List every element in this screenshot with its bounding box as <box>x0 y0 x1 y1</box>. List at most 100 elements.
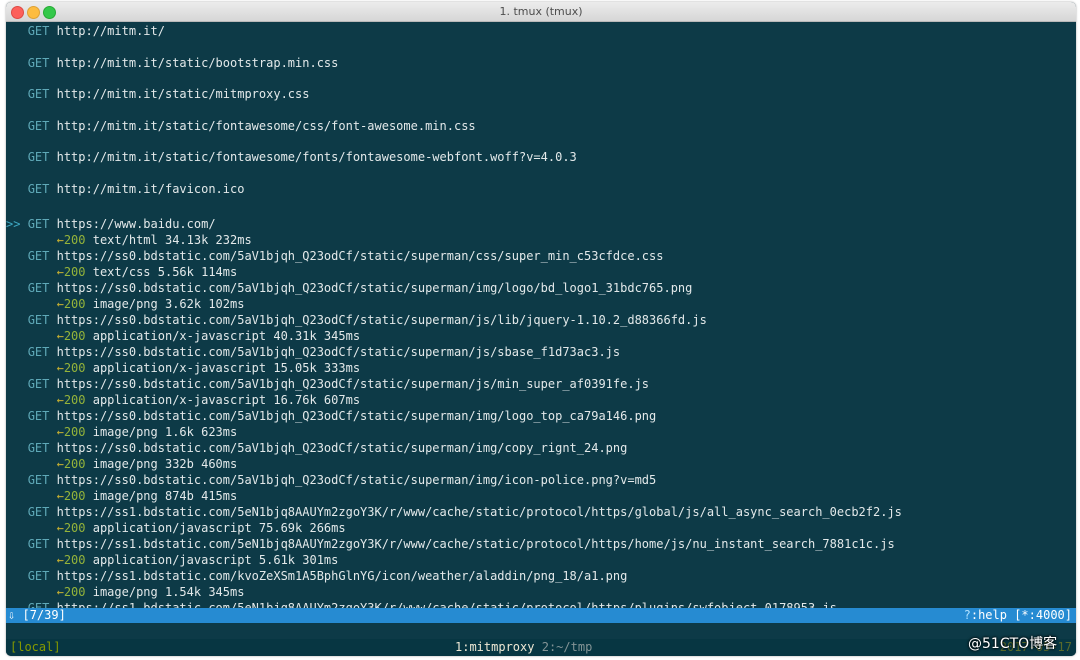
flow-request-row[interactable]: GET https://ss1.bdstatic.com/5eN1bjq8AAU… <box>6 504 902 520</box>
request-method: GET <box>27 345 50 359</box>
response-info: text/html 34.13k 232ms <box>92 233 252 247</box>
help-key: ? <box>963 608 971 622</box>
response-info: application/javascript 5.61k 301ms <box>92 553 339 567</box>
response-arrow-icon: ← <box>56 361 64 375</box>
request-url: https://ss1.bdstatic.com/5eN1bjq8AAUYm2z… <box>56 505 902 519</box>
flow-request-row[interactable]: GET http://mitm.it/static/bootstrap.min.… <box>6 55 339 71</box>
request-url: https://ss0.bdstatic.com/5aV1bjqh_Q23odC… <box>56 377 650 391</box>
request-url: http://mitm.it/static/mitmproxy.css <box>56 87 310 102</box>
response-status-code: 200 <box>63 265 86 279</box>
response-arrow-icon: ← <box>56 553 64 567</box>
response-arrow-icon: ← <box>56 233 64 247</box>
flow-request-row[interactable]: GET https://ss0.bdstatic.com/5aV1bjqh_Q2… <box>6 440 628 456</box>
flow-request-row[interactable]: >> GET https://www.baidu.com/ <box>6 216 216 232</box>
request-url: https://ss1.bdstatic.com/kvoZeXSm1A5BphG… <box>56 569 628 583</box>
proxy-info: [*:4000] <box>1014 608 1072 622</box>
flow-request-row[interactable]: GET http://mitm.it/ <box>6 23 165 39</box>
response-status-code: 200 <box>63 457 86 471</box>
flow-request-row[interactable]: GET https://ss0.bdstatic.com/5aV1bjqh_Q2… <box>6 248 664 264</box>
flow-request-row[interactable]: GET https://ss0.bdstatic.com/5aV1bjqh_Q2… <box>6 280 693 296</box>
request-method: GET <box>27 313 50 327</box>
flow-response-row: ←200 application/x-javascript 15.05k 333… <box>6 360 360 376</box>
response-info: image/png 874b 415ms <box>92 489 238 503</box>
flow-response-row: ←200 application/javascript 75.69k 266ms <box>6 520 346 536</box>
follow-arrow-icon: ⇩ <box>8 608 16 622</box>
response-info: application/x-javascript 40.31k 345ms <box>92 329 361 343</box>
flow-request-row[interactable]: GET http://mitm.it/favicon.ico <box>6 181 245 197</box>
request-url: http://mitm.it/favicon.ico <box>56 182 245 196</box>
request-url: https://ss0.bdstatic.com/5aV1bjqh_Q23odC… <box>56 441 628 455</box>
flow-list[interactable]: GET http://mitm.it/ GET http://mitm.it/s… <box>6 22 1076 610</box>
flow-response-row: ←200 application/x-javascript 16.76k 607… <box>6 392 360 408</box>
flow-response-row: ←200 image/png 1.6k 623ms <box>6 424 238 440</box>
request-url: https://ss1.bdstatic.com/5eN1bjq8AAUYm2z… <box>56 537 895 551</box>
response-status-code: 200 <box>63 521 86 535</box>
response-status-code: 200 <box>63 425 86 439</box>
response-status-code: 200 <box>63 329 86 343</box>
flow-request-row[interactable]: GET https://ss1.bdstatic.com/kvoZeXSm1A5… <box>6 568 628 584</box>
response-arrow-icon: ← <box>56 489 64 503</box>
response-arrow-icon: ← <box>56 329 64 343</box>
request-method: GET <box>27 505 50 519</box>
request-method: GET <box>27 217 50 231</box>
tmux-status-bar: [local] 1:mitmproxy 2:~/tmp 2017-05-17 <box>6 639 1076 656</box>
flow-request-row[interactable]: GET https://ss0.bdstatic.com/5aV1bjqh_Q2… <box>6 344 620 360</box>
tmux-window-active[interactable]: 1:mitmproxy <box>455 640 534 654</box>
flow-response-row: ←200 image/png 874b 415ms <box>6 488 238 504</box>
request-url: https://ss0.bdstatic.com/5aV1bjqh_Q23odC… <box>56 409 657 423</box>
request-method: GET <box>27 281 50 295</box>
flow-request-row[interactable]: GET https://ss0.bdstatic.com/5aV1bjqh_Q2… <box>6 312 707 328</box>
request-method: GET <box>27 249 50 263</box>
request-url: http://mitm.it/ <box>56 24 165 38</box>
request-method: GET <box>27 441 50 455</box>
flow-request-row[interactable]: GET http://mitm.it/static/mitmproxy.css <box>6 86 310 102</box>
flow-request-row[interactable]: GET https://ss0.bdstatic.com/5aV1bjqh_Q2… <box>6 472 657 488</box>
focus-marker: >> <box>6 217 21 231</box>
request-url: http://mitm.it/static/fontawesome/css/fo… <box>56 118 476 133</box>
response-status-code: 200 <box>63 361 86 375</box>
response-info: application/x-javascript 15.05k 333ms <box>92 361 361 375</box>
tmux-window-inactive[interactable]: 2:~/tmp <box>542 640 593 654</box>
flow-request-row[interactable]: GET http://mitm.it/static/fontawesome/cs… <box>6 118 476 134</box>
response-info: application/x-javascript 16.76k 607ms <box>92 393 361 407</box>
response-arrow-icon: ← <box>56 393 64 407</box>
flow-position: [7/39] <box>22 608 66 622</box>
request-method: GET <box>27 473 50 487</box>
request-method: GET <box>27 377 50 391</box>
mitmproxy-status-bar: ⇩ [7/39] ?:help [*:4000] <box>6 608 1076 623</box>
response-arrow-icon: ← <box>56 585 64 599</box>
response-arrow-icon: ← <box>56 457 64 471</box>
response-status-code: 200 <box>63 393 86 407</box>
flow-response-row: ←200 application/x-javascript 40.31k 345… <box>6 328 360 344</box>
flow-request-row[interactable]: GET https://ss1.bdstatic.com/5eN1bjq8AAU… <box>6 536 895 552</box>
response-info: image/png 332b 460ms <box>92 457 238 471</box>
flow-request-row[interactable]: GET http://mitm.it/static/fontawesome/fo… <box>6 149 577 165</box>
flow-request-row[interactable]: GET https://ss0.bdstatic.com/5aV1bjqh_Q2… <box>6 408 657 424</box>
request-method: GET <box>27 87 50 102</box>
request-url: http://mitm.it/static/bootstrap.min.css <box>56 55 339 70</box>
request-url: https://ss0.bdstatic.com/5aV1bjqh_Q23odC… <box>56 281 693 295</box>
request-method: GET <box>27 537 50 551</box>
flow-response-row: ←200 image/png 332b 460ms <box>6 456 238 472</box>
title-bar[interactable]: 1. tmux (tmux) <box>6 2 1076 22</box>
response-info: image/png 3.62k 102ms <box>92 297 245 311</box>
response-arrow-icon: ← <box>56 297 64 311</box>
flow-request-row[interactable]: GET https://ss0.bdstatic.com/5aV1bjqh_Q2… <box>6 376 649 392</box>
help-text: :help <box>970 608 1007 622</box>
request-method: GET <box>27 55 50 70</box>
terminal-window: 1. tmux (tmux) GET http://mitm.it/ GET h… <box>6 2 1076 656</box>
flow-response-row: ←200 application/javascript 5.61k 301ms <box>6 552 339 568</box>
